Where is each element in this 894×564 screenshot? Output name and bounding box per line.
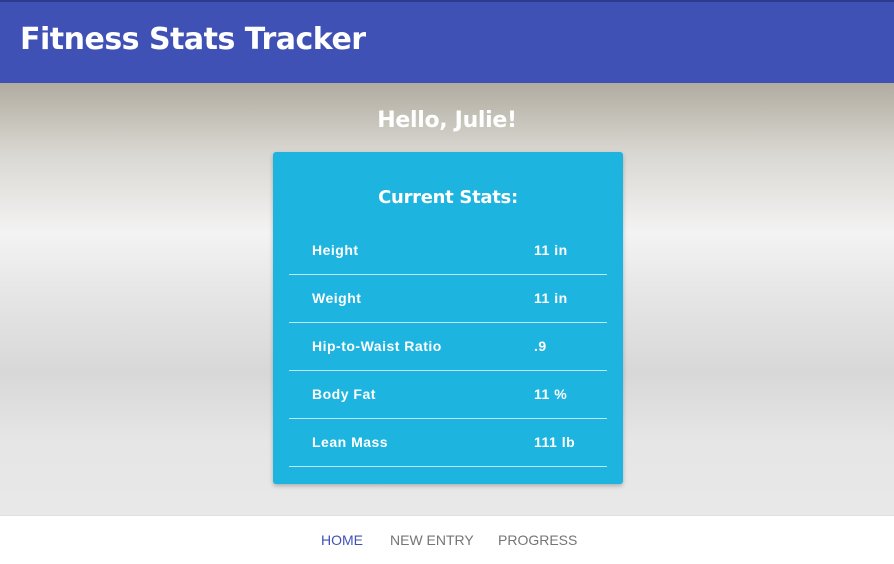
stat-value: 11 in xyxy=(534,290,568,306)
stat-label: Hip-to-Waist Ratio xyxy=(312,338,442,354)
stat-value: .9 xyxy=(534,338,547,354)
current-stats-card: Current Stats: Height 11 in Weight 11 in… xyxy=(273,152,623,484)
stats-table: Height 11 in Weight 11 in Hip-to-Waist R… xyxy=(289,227,607,467)
card-title: Current Stats: xyxy=(378,187,518,208)
stat-row-body-fat: Body Fat 11 % xyxy=(289,371,607,419)
app-title: Fitness Stats Tracker xyxy=(20,22,366,57)
stat-row-weight: Weight 11 in xyxy=(289,275,607,323)
stat-label: Height xyxy=(312,242,359,258)
app-header: Fitness Stats Tracker xyxy=(0,2,894,83)
stat-value: 111 lb xyxy=(534,434,576,450)
stat-value: 11 % xyxy=(534,386,568,402)
nav-new-entry-link[interactable]: NEW ENTRY xyxy=(390,532,474,548)
stat-value: 11 in xyxy=(534,242,568,258)
stat-label: Weight xyxy=(312,290,362,306)
nav-progress-link[interactable]: PROGRESS xyxy=(498,532,577,548)
greeting: Hello, Julie! xyxy=(377,108,517,133)
main-area: Hello, Julie! Current Stats: Height 11 i… xyxy=(0,83,894,515)
stat-label: Body Fat xyxy=(312,386,376,402)
bottom-nav: HOME NEW ENTRY PROGRESS xyxy=(0,515,894,564)
stat-row-hip-to-waist: Hip-to-Waist Ratio .9 xyxy=(289,323,607,371)
stat-row-lean-mass: Lean Mass 111 lb xyxy=(289,419,607,467)
stat-label: Lean Mass xyxy=(312,434,389,450)
stat-row-height: Height 11 in xyxy=(289,227,607,275)
nav-home-link[interactable]: HOME xyxy=(321,532,363,548)
